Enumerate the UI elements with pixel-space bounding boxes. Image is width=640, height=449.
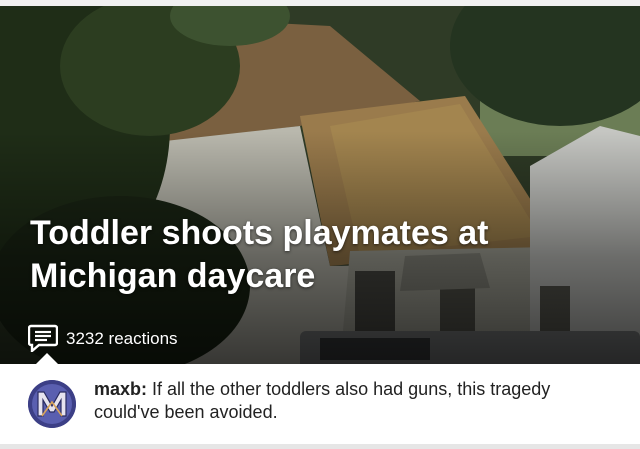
top-comment[interactable]: maxb: If all the other toddlers also had…	[0, 364, 640, 444]
comment-pointer	[36, 353, 58, 364]
comment-icon	[28, 324, 58, 353]
article-hero-image[interactable]: Toddler shoots playmates at Michigan day…	[0, 6, 640, 364]
reactions-count: 3232 reactions	[66, 329, 178, 348]
avatar-m-icon[interactable]	[28, 380, 76, 428]
article-headline[interactable]: Toddler shoots playmates at Michigan day…	[30, 212, 590, 298]
comment-username[interactable]: maxb:	[94, 379, 147, 399]
comment-message: If all the other toddlers also had guns,…	[94, 379, 551, 422]
hero-gradient-overlay	[0, 6, 640, 364]
comment-body: maxb: If all the other toddlers also had…	[94, 378, 614, 424]
reactions-link[interactable]: 3232 reactions	[28, 324, 178, 354]
bottom-divider	[0, 444, 640, 449]
